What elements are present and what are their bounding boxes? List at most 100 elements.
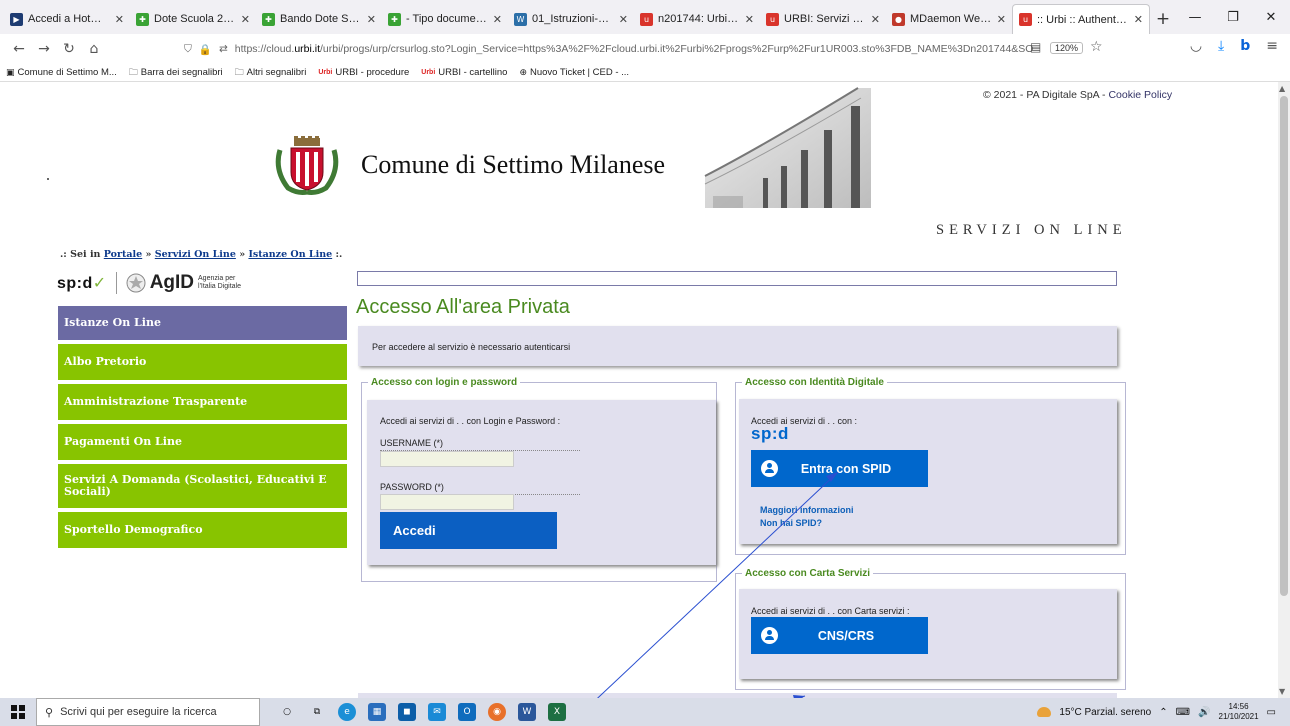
cns-crs-button[interactable]: CNS/CRS — [751, 617, 928, 654]
browser-tab[interactable]: ▶ Accedi a Hotmail con O... ✕ — [4, 4, 130, 34]
store-icon[interactable]: ◼ — [398, 703, 416, 721]
browser-tab[interactable]: ✚ Bando Dote Scuola - Mi... ✕ — [256, 4, 382, 34]
close-window-icon[interactable]: ✕ — [1252, 0, 1290, 34]
tab-favicon-icon: ▶ — [10, 12, 23, 26]
auth-notice: Per accedere al servizio è necessario au… — [358, 326, 1117, 366]
browser-tab[interactable]: ✚ - Tipo documento - - Mi... ✕ — [382, 4, 508, 34]
copyright-line: © 2021 - PA Digitale SpA - Cookie Policy — [983, 89, 1172, 101]
breadcrumb-portale[interactable]: Portale — [104, 249, 142, 260]
bookmark-label: URBI - procedure — [335, 67, 410, 78]
browser-tab[interactable]: ● MDaemon Webmail - Ist... ✕ — [886, 4, 1012, 34]
clock[interactable]: 14:56 21/10/2021 — [1219, 702, 1259, 722]
sidebar-item[interactable]: Sportello Demografico — [58, 512, 347, 548]
outlook-icon[interactable]: O — [458, 703, 476, 721]
bing-icon[interactable]: b — [1240, 38, 1250, 54]
taskbar-search-input[interactable]: ⚲ Scrivi qui per eseguire la ricerca — [36, 698, 260, 726]
bookmark-item[interactable]: 🗀 Barra dei segnalibri — [129, 65, 223, 81]
scroll-down-icon[interactable]: ▼ — [1279, 687, 1285, 696]
browser-tab[interactable]: u n201744: UrbiSMART - S... ✕ — [634, 4, 760, 34]
browser-tab-strip: ▶ Accedi a Hotmail con O... ✕ ✚ Dote Scuola … — [0, 0, 1290, 34]
zoom-badge[interactable]: 120% — [1050, 42, 1084, 54]
tab-label: Accedi a Hotmail con O... — [28, 13, 110, 25]
breadcrumb-suffix: :. — [335, 249, 343, 260]
task-view-icon[interactable]: ⧉ — [308, 703, 326, 721]
browser-tab[interactable]: u:: Urbi :: Authentication ✕ — [1012, 4, 1150, 34]
bookmark-item[interactable]: Urbi URBI - procedure — [318, 67, 409, 78]
window-controls: — ❐ ✕ — [1176, 0, 1290, 34]
file-explorer-icon[interactable]: ▦ — [368, 703, 386, 721]
notifications-icon[interactable]: ▭ — [1267, 707, 1276, 718]
bookmark-item[interactable]: 🗀 Altri segnalibri — [235, 65, 307, 81]
sidebar-item[interactable]: Istanze On Line — [58, 306, 347, 340]
volume-icon[interactable]: 🔊 — [1198, 707, 1210, 718]
bookmarks-bar: ▣ Comune di Settimo M... 🗀 Barra dei segnal… — [0, 64, 1290, 82]
weather-text[interactable]: 15°C Parzial. sereno — [1059, 707, 1151, 718]
scroll-thumb[interactable] — [1280, 96, 1288, 596]
excel-icon[interactable]: X — [548, 703, 566, 721]
restore-icon[interactable]: ❐ — [1214, 0, 1252, 34]
tab-close-icon[interactable]: ✕ — [619, 13, 628, 26]
bookmark-star-icon[interactable]: ☆ — [1090, 39, 1103, 55]
entra-con-spid-button[interactable]: Entra con SPID — [751, 450, 928, 487]
tab-close-icon[interactable]: ✕ — [115, 13, 124, 26]
entra-con-spid-label: Entra con SPID — [800, 461, 892, 476]
breadcrumb: .: Sei in Portale » Servizi On Line » Is… — [60, 249, 342, 260]
reload-icon[interactable]: ↻ — [58, 38, 80, 60]
new-tab-button[interactable]: + — [1150, 4, 1176, 34]
minimize-icon[interactable]: — — [1176, 0, 1214, 34]
sidebar-item[interactable]: Servizi A Domanda (Scolastici, Educativi… — [58, 464, 347, 508]
breadcrumb-istanze[interactable]: Istanze On Line — [248, 249, 332, 260]
tab-close-icon[interactable]: ✕ — [1134, 13, 1143, 26]
menu-icon[interactable]: ≡ — [1266, 38, 1278, 54]
breadcrumb-servizi[interactable]: Servizi On Line — [155, 249, 236, 260]
globe-icon: ⊕ — [519, 67, 527, 78]
accedi-button[interactable]: Accedi — [380, 512, 557, 549]
browser-tab[interactable]: u URBI: Servizi a Domanda ✕ — [760, 4, 886, 34]
bookmark-item[interactable]: Urbi URBI - cartellino — [421, 67, 507, 78]
cns-crs-label: CNS/CRS — [817, 628, 875, 643]
browser-tab[interactable]: ✚ Dote Scuola 2021/2022... ✕ — [130, 4, 256, 34]
folder-icon: ▣ — [6, 67, 15, 78]
maggiori-informazioni-link[interactable]: Maggiori informazioni — [760, 505, 854, 515]
page-scrollbar[interactable]: ▲ ▼ — [1278, 82, 1290, 698]
home-icon[interactable]: ⌂ — [83, 38, 105, 60]
browser-tab[interactable]: W 01_Istruzioni-utilizzo-Do... ✕ — [508, 4, 634, 34]
scroll-up-icon[interactable]: ▲ — [1279, 84, 1285, 93]
sidebar-item[interactable]: Amministrazione Trasparente — [58, 384, 347, 420]
firefox-icon[interactable]: ◉ — [488, 703, 506, 721]
sidebar-item[interactable]: Pagamenti On Line — [58, 424, 347, 460]
windows-start-icon[interactable] — [0, 698, 36, 726]
username-input[interactable] — [380, 451, 514, 467]
cortana-icon[interactable]: ○ — [278, 703, 296, 721]
reader-view-icon[interactable]: ▤ — [1030, 40, 1041, 54]
page-search-box[interactable] — [357, 271, 1117, 286]
mail-icon[interactable]: ✉ — [428, 703, 446, 721]
cookie-policy-link[interactable]: Cookie Policy — [1108, 89, 1172, 101]
tab-close-icon[interactable]: ✕ — [871, 13, 880, 26]
download-icon[interactable]: ⤓ — [1218, 38, 1224, 54]
tab-close-icon[interactable]: ✕ — [997, 13, 1006, 26]
folder-icon: 🗀 — [234, 67, 244, 78]
weather-icon[interactable] — [1037, 707, 1052, 717]
edge-icon[interactable]: e — [338, 703, 356, 721]
bookmark-item[interactable]: ▣ Comune di Settimo M... — [6, 67, 117, 78]
pocket-icon[interactable]: ◡ — [1190, 38, 1202, 54]
bookmark-item[interactable]: ⊕ Nuovo Ticket | CED - ... — [519, 67, 629, 78]
tab-close-icon[interactable]: ✕ — [241, 13, 250, 26]
network-icon[interactable]: ⌨ — [1176, 707, 1190, 718]
non-hai-spid-link[interactable]: Non hai SPID? — [760, 518, 822, 528]
password-input[interactable] — [380, 494, 514, 510]
building-illustration — [704, 87, 871, 208]
tab-close-icon[interactable]: ✕ — [493, 13, 502, 26]
tab-close-icon[interactable]: ✕ — [745, 13, 754, 26]
login-legend: Accesso con login e password — [371, 377, 518, 388]
word-icon[interactable]: W — [518, 703, 536, 721]
sidebar-item[interactable]: Albo Pretorio — [58, 344, 347, 380]
address-bar[interactable]: ⛉ 🔒 ⇄ https://cloud.urbi.it/urbi/progs/u… — [184, 38, 1034, 60]
toolbar-right: ◡ ⤓ b ≡ — [1190, 38, 1278, 54]
tray-chevron-icon[interactable]: ⌃ — [1159, 707, 1167, 718]
tab-close-icon[interactable]: ✕ — [367, 13, 376, 26]
back-icon[interactable]: ← — [8, 38, 30, 60]
forward-icon[interactable]: → — [33, 38, 55, 60]
tab-label: - Tipo documento - - Mi... — [406, 13, 488, 25]
